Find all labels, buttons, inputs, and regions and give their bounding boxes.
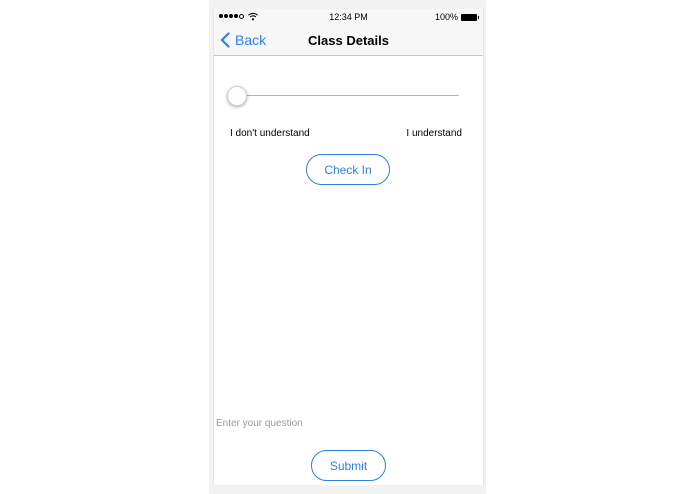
slider-min-label: I don't understand — [230, 128, 310, 139]
slider-max-label: I understand — [406, 128, 462, 139]
page-title: Class Details — [308, 33, 389, 48]
slider-thumb[interactable] — [227, 86, 247, 106]
slider-track[interactable] — [237, 95, 459, 96]
understanding-slider[interactable] — [227, 86, 459, 106]
status-bar: 12:34 PM 100% — [214, 9, 483, 25]
question-input[interactable] — [216, 416, 478, 430]
submit-button[interactable]: Submit — [311, 450, 386, 481]
battery-percent: 100% — [434, 12, 458, 22]
check-in-button[interactable]: Check In — [306, 154, 390, 185]
battery-icon — [461, 14, 479, 21]
navigation-bar: Back Class Details — [214, 25, 483, 56]
phone-screen: 12:34 PM 100% Back Class Details I don't… — [213, 9, 484, 485]
